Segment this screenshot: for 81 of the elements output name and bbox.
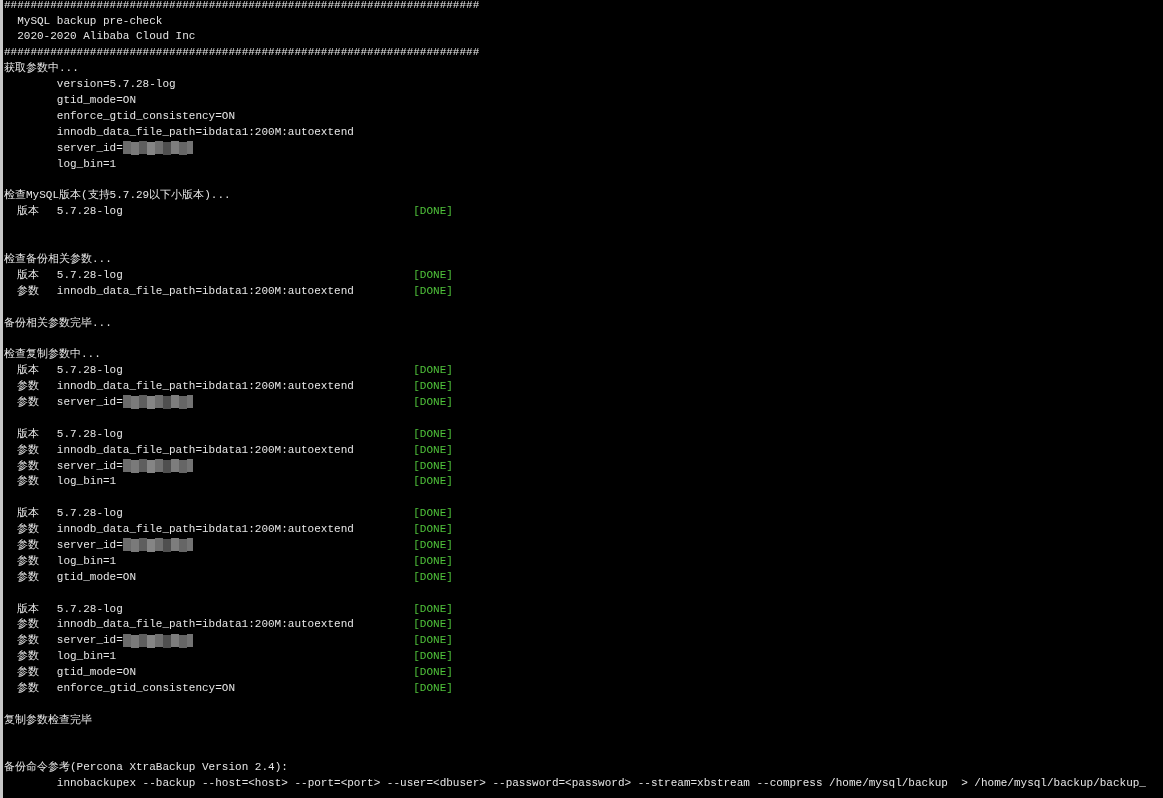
check-value: server_id= [56, 394, 123, 410]
status-text: [DONE] [413, 394, 453, 410]
check-label: 参数 [17, 394, 41, 410]
banner-text: MySQL backup pre-check [17, 13, 163, 29]
status-text: [DONE] [413, 617, 453, 633]
check-label: 参数 [17, 442, 41, 458]
section-heading: 备份相关参数完毕... [4, 315, 112, 331]
status-text: [DONE] [413, 506, 453, 522]
status-text: [DONE] [413, 379, 453, 395]
status-text: [DONE] [413, 363, 453, 379]
parameter-text: gtid_mode=ON [56, 93, 136, 109]
check-value: 5.7.28-log [56, 204, 123, 220]
check-label: 版本 [17, 426, 41, 442]
check-label: 参数 [17, 665, 41, 681]
rule-line: ######################################################################## [4, 0, 480, 13]
section-heading: 检查备份相关参数... [4, 251, 112, 267]
section-heading: 备份命令参考(Percona XtraBackup Version 2.4): [4, 760, 288, 776]
status-text: [DONE] [413, 283, 453, 299]
check-label: 参数 [17, 569, 41, 585]
check-value: innodb_data_file_path=ibdata1:200M:autoextend [56, 442, 354, 458]
check-label: 版本 [17, 506, 41, 522]
check-value: 5.7.28-log [56, 267, 123, 283]
check-value: log_bin=1 [56, 649, 117, 665]
check-label: 参数 [17, 633, 41, 649]
status-text: [DONE] [413, 569, 453, 585]
status-text: [DONE] [413, 474, 453, 490]
parameter-text: innobackupex --backup --host=<host> --port=<port> --user=<dbuser> --password=<password> --stream=xbstream --compress /home/mysql/backup > /home/mysql/backup/backup_ [56, 776, 1146, 792]
section-heading: 检查复制参数中... [4, 347, 101, 363]
status-text: [DONE] [413, 522, 453, 538]
parameter-text: version=5.7.28-log [56, 77, 176, 93]
check-value: 5.7.28-log [56, 363, 123, 379]
status-text: [DONE] [413, 681, 453, 696]
status-text: [DONE] [413, 426, 453, 442]
check-label: 参数 [17, 379, 41, 395]
parameter-text: server_id= [56, 140, 123, 156]
parameter-text: log_bin=1 [56, 156, 117, 172]
check-label: 参数 [17, 283, 41, 299]
status-text: [DONE] [413, 458, 453, 474]
status-text: [DONE] [413, 601, 453, 617]
check-value: server_id= [56, 538, 123, 553]
section-heading: 复制参数检查完毕 [4, 712, 92, 728]
check-value: log_bin=1 [56, 474, 117, 490]
check-label: 参数 [17, 458, 41, 474]
section-heading: 检查MySQL版本(支持5.7.29以下小版本)... [4, 188, 231, 204]
parameter-text: enforce_gtid_consistency=ON [56, 108, 236, 124]
parameter-text: innodb_data_file_path=ibdata1:200M:autoextend [56, 124, 354, 140]
check-label: 参数 [17, 538, 41, 553]
status-text: [DONE] [413, 204, 453, 220]
check-value: server_id= [56, 633, 123, 649]
check-value: innodb_data_file_path=ibdata1:200M:autoextend [56, 617, 354, 633]
status-text: [DONE] [413, 442, 453, 458]
rule-line: ######################################################################## [4, 45, 480, 61]
check-value: server_id= [56, 458, 123, 474]
check-value: innodb_data_file_path=ibdata1:200M:autoextend [56, 522, 354, 538]
check-value: gtid_mode=ON [56, 569, 136, 585]
check-value: 5.7.28-log [56, 426, 123, 442]
check-label: 版本 [17, 601, 41, 617]
check-value: enforce_gtid_consistency=ON [56, 681, 235, 696]
check-label: 参数 [17, 681, 41, 696]
status-text: [DONE] [413, 633, 453, 649]
check-label: 版本 [17, 267, 41, 283]
check-value: innodb_data_file_path=ibdata1:200M:autoextend [56, 379, 354, 395]
check-value: 5.7.28-log [56, 506, 123, 522]
status-text: [DONE] [413, 538, 453, 553]
status-text: [DONE] [413, 649, 453, 665]
check-label: 版本 [17, 363, 41, 379]
check-label: 参数 [17, 474, 41, 490]
status-text: [DONE] [413, 553, 453, 569]
check-value: innodb_data_file_path=ibdata1:200M:autoextend [56, 283, 354, 299]
check-label: 版本 [17, 204, 41, 220]
check-value: gtid_mode=ON [56, 665, 136, 681]
section-heading: 获取参数中... [4, 61, 79, 77]
banner-text: 2020-2020 Alibaba Cloud Inc [17, 29, 196, 45]
check-label: 参数 [17, 522, 41, 538]
check-label: 参数 [17, 553, 41, 569]
check-value: 5.7.28-log [56, 601, 123, 617]
check-label: 参数 [17, 617, 41, 633]
status-text: [DONE] [413, 267, 453, 283]
status-text: [DONE] [413, 665, 453, 681]
check-value: log_bin=1 [56, 553, 117, 569]
check-label: 参数 [17, 649, 41, 665]
